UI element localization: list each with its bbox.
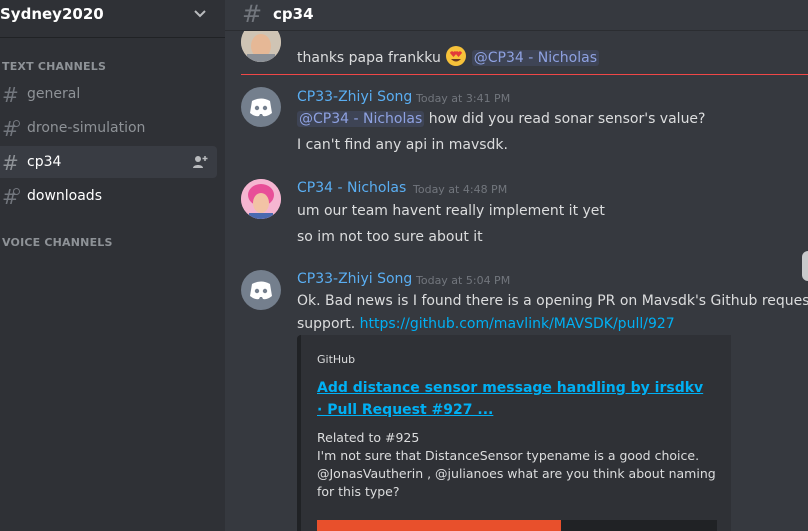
hash-icon: # — [242, 0, 263, 28]
message-body: support. — [297, 316, 356, 332]
channel-drone-simulation[interactable]: # drone-simulation — [0, 112, 217, 144]
user-mention[interactable]: @CP34 - Nicholas — [471, 50, 599, 66]
channel-title: cp34 — [273, 5, 314, 23]
new-messages-divider — [241, 74, 808, 75]
server-name: Sydney2020 — [0, 5, 104, 23]
heart-eyes-emoji-icon — [446, 46, 467, 66]
avatar[interactable] — [241, 179, 281, 219]
message-text: thanks papa frankku @CP34 - Nicholas — [297, 45, 599, 67]
message-text: so im not too sure about it — [297, 229, 483, 245]
embed-description-line: Related to #925 — [317, 430, 420, 445]
embed-provider[interactable]: GitHub — [317, 353, 355, 366]
scrollbar-thumb[interactable] — [802, 251, 808, 281]
user-mention[interactable]: @CP34 - Nicholas — [297, 111, 425, 127]
channel-downloads[interactable]: # downloads — [0, 180, 217, 212]
logo-dark-band — [561, 520, 717, 531]
embed-title-link[interactable]: Add distance sensor message handling by … — [317, 377, 707, 421]
hash-icon: # — [2, 83, 19, 107]
lock-badge-icon — [13, 120, 20, 127]
channel-header: # cp34 — [225, 0, 808, 30]
message-author[interactable]: CP33-Zhiyi Song — [297, 271, 412, 287]
channel-label: downloads — [27, 188, 102, 204]
message-timestamp: Today at 4:48 PM — [413, 183, 508, 196]
message-text: support. https://github.com/mavlink/MAVS… — [297, 316, 675, 332]
message-body: thanks papa frankku — [297, 50, 441, 66]
add-member-icon[interactable] — [192, 154, 208, 170]
channel-label: drone-simulation — [27, 120, 146, 136]
lock-badge-icon — [13, 188, 20, 195]
channel-general[interactable]: # general — [0, 78, 217, 110]
channel-label: cp34 — [27, 154, 62, 170]
category-text-channels[interactable]: TEXT CHANNELS — [2, 60, 106, 73]
message-text: @CP34 - Nicholas how did you read sonar … — [297, 111, 705, 127]
message-author[interactable]: CP33-Zhiyi Song — [297, 89, 412, 105]
message-text: um our team havent really implement it y… — [297, 203, 605, 219]
message-text: Ok. Bad news is I found there is a openi… — [297, 293, 808, 309]
embed-description: Related to #925 I'm not sure that Distan… — [317, 429, 717, 501]
channel-sidebar: Sydney2020 TEXT CHANNELS # general # dro… — [0, 0, 225, 531]
hash-icon: # — [2, 151, 19, 175]
chevron-down-icon — [194, 10, 206, 18]
chat-area: # cp34 thanks papa frankku @CP34 - Nicho… — [225, 0, 808, 531]
embed-image-mavsdk-logo[interactable] — [317, 516, 717, 531]
discord-logo-icon — [250, 281, 272, 300]
message-timestamp: Today at 3:41 PM — [416, 92, 511, 105]
category-voice-channels[interactable]: VOICE CHANNELS — [2, 236, 113, 249]
message-timestamp: Today at 5:04 PM — [416, 274, 511, 287]
channel-label: general — [27, 86, 81, 102]
embed-description-line: I'm not sure that DistanceSensor typenam… — [317, 448, 716, 499]
logo-orange-band — [317, 520, 561, 531]
message-link[interactable]: https://github.com/mavlink/MAVSDK/pull/9… — [360, 316, 675, 332]
message-author[interactable]: CP34 - Nicholas — [297, 180, 406, 196]
avatar[interactable] — [241, 87, 281, 127]
user-photo-icon — [241, 179, 281, 219]
message-text: I can't find any api in mavsdk. — [297, 137, 508, 153]
discord-logo-icon — [250, 98, 272, 117]
message-body: how did you read sonar sensor's value? — [424, 111, 706, 127]
header-divider — [225, 30, 808, 31]
link-embed: GitHub Add distance sensor message handl… — [297, 335, 731, 531]
avatar[interactable] — [241, 270, 281, 310]
server-header[interactable]: Sydney2020 — [0, 0, 225, 38]
channel-cp34[interactable]: # cp34 — [0, 146, 217, 178]
